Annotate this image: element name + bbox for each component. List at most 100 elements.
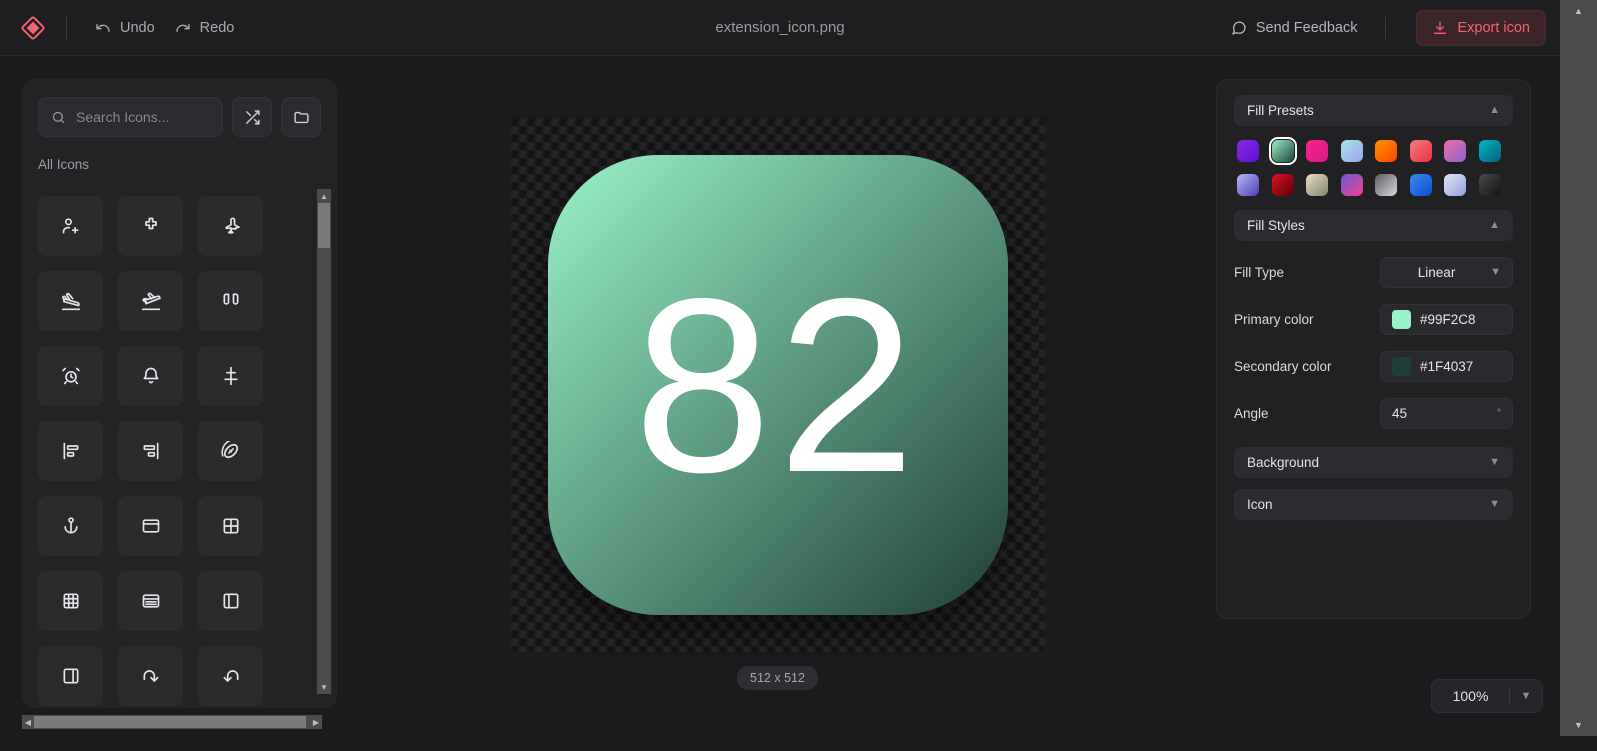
preset-pink-purple[interactable] [1444,140,1466,162]
preset-teal[interactable] [1478,140,1501,162]
fill-styles-section-header[interactable]: Fill Styles ▲ [1234,210,1513,241]
preset-crimson[interactable] [1271,174,1294,196]
icon-glyph-text: 82 [633,245,922,524]
align-center-vertical-icon [221,366,241,386]
preset-lavender[interactable] [1444,174,1466,196]
fill-type-select[interactable]: Linear ▼ [1380,257,1513,288]
app-window-icon [141,516,161,536]
page-scroll-down-arrow-icon[interactable]: ▼ [1560,717,1597,733]
anchor-icon [61,516,81,536]
airpods-icon [221,291,241,311]
zoom-level-selector[interactable]: 100% ▼ [1431,679,1543,713]
icon-grid [22,186,337,706]
icon-cell-redo-arrow[interactable] [118,646,183,706]
toolbar-divider [66,16,67,39]
preset-periwinkle[interactable] [1237,174,1259,196]
toolbar-divider-right [1385,16,1387,39]
preset-green[interactable] [1268,137,1297,165]
panel-left-icon [221,591,241,611]
preset-violet[interactable] [1237,140,1259,162]
icon-cell-alarm-clock[interactable] [38,346,103,406]
shuffle-button[interactable] [232,97,272,137]
preset-coral[interactable] [1409,140,1432,162]
angle-value: 45 [1392,406,1408,421]
degree-unit-label: ° [1497,408,1501,419]
icon-cell-airpods[interactable] [198,271,263,331]
undo-button[interactable]: Undo [85,14,165,42]
folder-button[interactable] [281,97,321,137]
secondary-color-row: Secondary color #1F4037 [1234,351,1513,382]
icon-cell-align-center-vertical[interactable] [198,346,263,406]
icon-cell-plane-takeoff[interactable] [118,271,183,331]
icon-cell-american-football[interactable] [198,421,263,481]
alarm-clock-icon [61,366,81,386]
icon-cell-align-horizontal-left[interactable] [38,421,103,481]
page-scroll-up-arrow-icon[interactable]: ▲ [1560,3,1597,19]
background-section-header[interactable]: Background ▼ [1234,447,1513,478]
angle-input[interactable]: 45 ° [1380,398,1513,429]
icon-cell-align-horizontal-right[interactable] [118,421,183,481]
icon-grid-horizontal-scrollbar[interactable]: ◀ ▶ [22,715,322,729]
search-input[interactable] [76,109,210,125]
preset-blue[interactable] [1409,174,1432,196]
folder-icon [293,109,310,126]
undo-arrow-icon [221,666,241,686]
preset-magenta[interactable] [1306,140,1328,162]
layout-list-icon [141,591,161,611]
download-icon [1432,20,1448,36]
scroll-down-arrow-icon[interactable]: ▼ [317,680,331,694]
icon-cell-panel-right[interactable] [38,646,103,706]
preset-charcoal[interactable] [1478,174,1501,196]
preset-sand[interactable] [1306,174,1328,196]
chevron-down-icon: ▼ [1489,456,1500,468]
preset-indigo-pink[interactable] [1340,174,1363,196]
fill-presets-section-header[interactable]: Fill Presets ▲ [1234,95,1513,126]
primary-color-chip[interactable] [1392,310,1411,329]
app-logo-icon[interactable] [18,13,48,43]
american-football-icon [220,441,241,461]
icon-cell-layout-dashboard[interactable] [38,571,103,631]
icon-cell-layout-grid[interactable] [198,496,263,556]
preset-silver[interactable] [1375,174,1397,196]
generated-app-icon[interactable]: 82 [547,154,1008,615]
transparency-checkerboard: 82 [510,117,1045,652]
export-icon-button[interactable]: Export icon [1416,9,1546,46]
plane-landing-icon [61,291,81,311]
scroll-up-arrow-icon[interactable]: ▲ [317,189,331,203]
icon-cell-undo-arrow[interactable] [198,646,263,706]
primary-color-field[interactable]: #99F2C8 [1380,304,1513,335]
export-icon-label: Export icon [1457,19,1530,36]
chevron-down-icon: ▼ [1490,266,1501,278]
vertical-scroll-thumb[interactable] [318,203,330,248]
preset-orange[interactable] [1375,140,1397,162]
icon-cell-user-plus[interactable] [38,196,103,256]
icon-cell-anchor[interactable] [38,496,103,556]
icon-cell-panel-left[interactable] [198,571,263,631]
icon-cell-bell-ring[interactable] [118,346,183,406]
fill-preset-swatches [1234,126,1513,204]
icon-cell-air-vent[interactable] [118,196,183,256]
plane-takeoff-icon [141,291,161,311]
page-vertical-scrollbar[interactable]: ▲ ▼ [1560,0,1597,736]
preset-sky[interactable] [1340,140,1363,162]
scroll-left-arrow-icon[interactable]: ◀ [22,715,34,729]
toolbar-right-group: Send Feedback Export icon [1221,9,1560,46]
icon-cell-app-window[interactable] [118,496,183,556]
icon-cell-layout-list[interactable] [118,571,183,631]
icon-cell-airplane[interactable] [198,196,263,256]
icon-grid-vertical-scrollbar[interactable]: ▲ ▼ [317,189,331,694]
secondary-color-chip[interactable] [1392,357,1411,376]
secondary-color-field[interactable]: #1F4037 [1380,351,1513,382]
send-feedback-button[interactable]: Send Feedback [1221,13,1368,43]
icon-cell-plane-landing[interactable] [38,271,103,331]
icon-section-header[interactable]: Icon ▼ [1234,489,1513,520]
page-horizontal-scrollbar[interactable]: ▶ [0,736,1597,751]
search-input-wrapper[interactable] [38,97,223,137]
redo-arrow-icon [141,666,161,686]
horizontal-scroll-thumb[interactable] [34,716,306,728]
redo-button[interactable]: Redo [165,14,245,42]
chevron-down-icon: ▼ [1520,690,1532,702]
primary-color-value: #99F2C8 [1420,312,1476,327]
scroll-right-arrow-icon[interactable]: ▶ [310,715,322,729]
airplane-icon [221,216,241,236]
